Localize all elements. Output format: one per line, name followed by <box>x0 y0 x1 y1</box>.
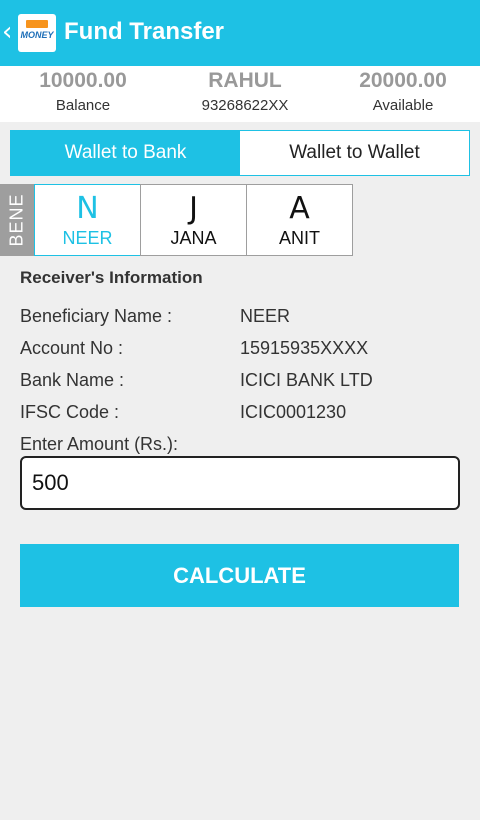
logo-text: MONEY <box>20 30 54 40</box>
bank-name-value: ICICI BANK LTD <box>240 370 373 390</box>
beneficiary-card-neer[interactable]: N NEER <box>34 184 141 256</box>
balance-stat: 10000.00 Balance <box>3 66 163 114</box>
ifsc-code-value: ICIC0001230 <box>240 402 347 422</box>
beneficiary-name: NEER <box>62 228 113 248</box>
bene-side-label: BENE <box>0 184 34 256</box>
beneficiary-initial: J <box>189 191 198 226</box>
user-name: RAHUL <box>208 69 282 92</box>
bank-name-label: Bank Name : <box>20 370 125 390</box>
user-phone: 93268622XX <box>201 97 289 114</box>
account-no-value: 15915935XXXX <box>240 338 369 358</box>
account-no-label: Account No : <box>20 338 124 358</box>
beneficiary-initial: A <box>289 191 310 226</box>
transfer-tabs: Wallet to Bank Wallet to Wallet <box>10 130 470 176</box>
page-title: Fund Transfer <box>64 18 225 45</box>
wallet-summary: 10000.00 Balance RAHUL 93268622XX 20000.… <box>0 66 480 122</box>
available-value: 20000.00 <box>359 69 447 92</box>
amount-label: Enter Amount (Rs.): <box>20 434 179 454</box>
available-label: Available <box>372 97 434 114</box>
ifsc-code-label: IFSC Code : <box>20 402 120 422</box>
balance-value: 10000.00 <box>39 69 127 92</box>
beneficiary-name: ANIT <box>278 228 320 248</box>
beneficiary-name-value: NEER <box>240 306 291 326</box>
logo-stripe <box>26 20 48 28</box>
available-stat: 20000.00 Available <box>323 66 480 114</box>
beneficiary-card-anit[interactable]: A ANIT <box>246 184 353 256</box>
beneficiary-card-jana[interactable]: J JANA <box>140 184 247 256</box>
beneficiary-name-label: Beneficiary Name : <box>20 306 173 326</box>
user-stat: RAHUL 93268622XX <box>165 66 325 114</box>
receiver-section-title: Receiver's Information <box>20 268 203 287</box>
tab-wallet-to-bank[interactable]: Wallet to Bank <box>11 131 240 175</box>
beneficiary-name: JANA <box>170 228 217 248</box>
tab-wallet-to-wallet[interactable]: Wallet to Wallet <box>240 131 469 175</box>
balance-label: Balance <box>55 97 111 114</box>
app-header: ‹ MONEY Fund Transfer <box>0 0 480 66</box>
back-chevron-icon[interactable]: ‹ <box>2 18 16 46</box>
app-logo: MONEY <box>18 14 56 52</box>
beneficiary-initial: N <box>76 191 99 226</box>
amount-input[interactable] <box>20 456 460 510</box>
bene-side-label-text: BENE <box>6 193 27 247</box>
calculate-button[interactable]: CALCULATE <box>20 544 459 607</box>
